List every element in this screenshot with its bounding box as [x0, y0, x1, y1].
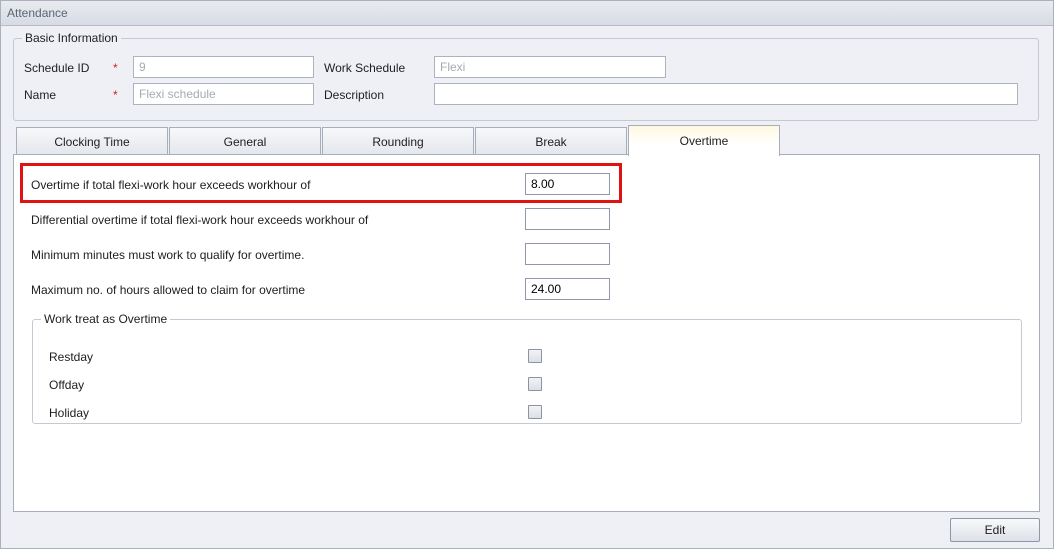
work-schedule-input[interactable] [434, 56, 666, 78]
tab-clocking-time[interactable]: Clocking Time [16, 127, 168, 155]
restday-label: Restday [49, 350, 94, 364]
holiday-label: Holiday [49, 406, 90, 420]
overtime-panel: Overtime if total flexi-work hour exceed… [13, 154, 1040, 512]
tab-rounding[interactable]: Rounding [322, 127, 474, 155]
work-treat-legend: Work treat as Overtime [44, 312, 168, 326]
holiday-checkbox[interactable] [528, 405, 542, 419]
differential-overtime-input[interactable] [525, 208, 610, 230]
name-required-mark: * [113, 88, 118, 102]
schedule-id-required-mark: * [113, 61, 118, 75]
offday-checkbox[interactable] [528, 377, 542, 391]
attendance-window: Attendance Basic Information Schedule ID… [0, 0, 1054, 549]
description-label: Description [324, 88, 385, 102]
overtime-threshold-input[interactable] [525, 173, 610, 195]
overtime-threshold-label: Overtime if total flexi-work hour exceed… [31, 178, 311, 192]
description-input[interactable] [434, 83, 1018, 105]
minimum-minutes-label: Minimum minutes must work to qualify for… [31, 248, 305, 262]
tab-break[interactable]: Break [475, 127, 627, 155]
schedule-id-input[interactable] [133, 56, 314, 78]
restday-checkbox[interactable] [528, 349, 542, 363]
work-schedule-label: Work Schedule [324, 61, 406, 75]
tab-overtime[interactable]: Overtime [628, 125, 780, 156]
edit-button[interactable]: Edit [950, 518, 1040, 542]
work-treat-group: Work treat as Overtime Restday Offday Ho… [32, 312, 1022, 424]
name-input[interactable] [133, 83, 314, 105]
maximum-hours-label: Maximum no. of hours allowed to claim fo… [31, 283, 306, 297]
minimum-minutes-input[interactable] [525, 243, 610, 265]
maximum-hours-input[interactable] [525, 278, 610, 300]
differential-overtime-label: Differential overtime if total flexi-wor… [31, 213, 369, 227]
offday-label: Offday [49, 378, 85, 392]
tab-strip: Clocking Time General Rounding Break Ove… [16, 125, 782, 156]
basic-information-legend: Basic Information [25, 31, 118, 45]
name-label: Name [24, 88, 57, 102]
schedule-id-label: Schedule ID [24, 61, 90, 75]
window-title: Attendance [1, 1, 1053, 26]
tab-general[interactable]: General [169, 127, 321, 155]
